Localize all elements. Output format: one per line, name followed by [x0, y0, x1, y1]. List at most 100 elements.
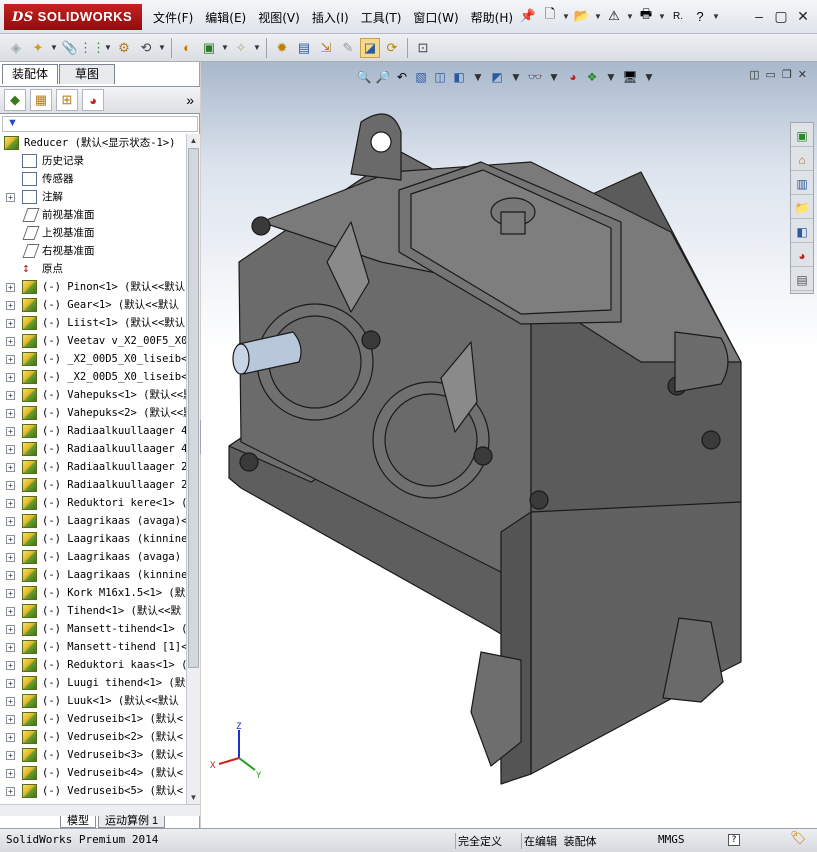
tree-feature-item[interactable]: 历史记录	[0, 152, 186, 170]
new-document-icon[interactable]: 🗋	[540, 6, 560, 26]
tree-component-item[interactable]: + (-) Tihend<1> (默认<<默	[0, 602, 186, 620]
tree-component-item[interactable]: + (-) Reduktori kaas<1> (默	[0, 656, 186, 674]
tree-component-item[interactable]: + (-) Luuk<1> (默认<<默认	[0, 692, 186, 710]
expand-icon[interactable]: +	[6, 607, 15, 616]
tab-model[interactable]: 模型	[60, 816, 96, 828]
expand-icon[interactable]: +	[6, 787, 15, 796]
new-motion-study-icon[interactable]: ✹	[272, 38, 292, 58]
tree-component-item[interactable]: + (-) Vedruseib<1> (默认<	[0, 710, 186, 728]
feature-manager-icon[interactable]: ◆	[4, 89, 26, 111]
tree-component-item[interactable]: + (-) Liist<1> (默认<<默认	[0, 314, 186, 332]
custom-properties-icon[interactable]: ▤	[791, 269, 813, 291]
view-palette-icon[interactable]: ◧	[791, 221, 813, 243]
linear-pattern-icon[interactable]: ⋮⋮	[79, 38, 105, 58]
expand-icon[interactable]: +	[6, 661, 15, 670]
tree-component-item[interactable]: + (-) Laagrikaas (kinnine	[0, 530, 186, 548]
tree-component-item[interactable]: + (-) Vedruseib<4> (默认<	[0, 764, 186, 782]
expand-icon[interactable]: +	[6, 535, 15, 544]
appearances-icon[interactable]: ◕	[791, 245, 813, 267]
property-manager-icon[interactable]: ▦	[30, 89, 52, 111]
expand-icon[interactable]: +	[6, 571, 15, 580]
expand-icon[interactable]: +	[6, 283, 15, 292]
expand-icon[interactable]: +	[6, 301, 15, 310]
bill-of-materials-icon[interactable]: ▤	[294, 38, 314, 58]
tree-feature-item[interactable]: ↕ 原点	[0, 260, 186, 278]
open-folder-icon[interactable]: 📂	[572, 6, 592, 26]
pattern-dropdown-icon[interactable]: ▼	[104, 38, 112, 58]
exploded-view-icon[interactable]: ⇲	[316, 38, 336, 58]
tree-root-assembly[interactable]: Reducer (默认<显示状态-1>)	[0, 134, 186, 152]
menu-insert[interactable]: 插入(I)	[307, 9, 354, 27]
tree-component-item[interactable]: + (-) Laagrikaas (avaga)<	[0, 512, 186, 530]
tree-vertical-scrollbar[interactable]: ▲ ▼	[186, 134, 200, 804]
reference-geometry-icon[interactable]: ✧	[231, 38, 251, 58]
insert-component-icon[interactable]: ✦	[28, 38, 48, 58]
tree-component-item[interactable]: + (-) Pinon<1> (默认<<默认	[0, 278, 186, 296]
expand-icon[interactable]: +	[6, 625, 15, 634]
display-manager-icon[interactable]: ◕	[82, 89, 104, 111]
minimize-icon[interactable]: –	[749, 6, 769, 26]
move-component-icon[interactable]: ⟲	[136, 38, 156, 58]
configuration-manager-icon[interactable]: ⊞	[56, 89, 78, 111]
tab-assembly[interactable]: 装配体	[2, 64, 58, 84]
assembly-features-icon[interactable]: ▣	[199, 38, 219, 58]
open-dropdown-icon[interactable]: ▼	[594, 6, 602, 26]
expand-icon[interactable]: +	[6, 337, 15, 346]
tree-component-item[interactable]: + (-) _X2_00D5_X0_liseib<	[0, 350, 186, 368]
menu-window[interactable]: 窗口(W)	[408, 9, 463, 27]
tree-component-item[interactable]: + (-) Reduktori kere<1> (默	[0, 494, 186, 512]
expand-icon[interactable]: +	[6, 499, 15, 508]
instant3d-icon[interactable]: ◪	[360, 37, 380, 58]
tree-component-item[interactable]: + (-) Laagrikaas (kinnine)	[0, 566, 186, 584]
expand-icon[interactable]: +	[6, 445, 15, 454]
tree-component-item[interactable]: + (-) _X2_00D5_X0_liseib<	[0, 368, 186, 386]
mate-icon[interactable]: 📎	[60, 38, 80, 58]
maximize-icon[interactable]: ▢	[771, 6, 791, 26]
expand-icon[interactable]: +	[6, 463, 15, 472]
graphics-area[interactable]: 🔍 🔎 ↶ ▧ ◫ ◧▼ ◩▼ 👓▼ ◕ ❖▼ 🖥▼ ◫ ▭ ❐ ✕	[201, 62, 817, 828]
menu-help[interactable]: 帮助(H)	[466, 9, 518, 27]
expand-icon[interactable]: +	[6, 589, 15, 598]
tree-feature-item[interactable]: 右视基准面	[0, 242, 186, 260]
gear-reducer-model[interactable]	[201, 62, 817, 828]
scroll-thumb[interactable]	[188, 148, 199, 668]
pin-icon[interactable]: 📌	[518, 6, 538, 26]
expand-icon[interactable]: +	[6, 193, 15, 202]
home-icon[interactable]: ⌂	[791, 149, 813, 171]
new-dropdown-icon[interactable]: ▼	[562, 6, 570, 26]
print-dropdown-icon[interactable]: ▼	[658, 6, 666, 26]
show-hidden-icon[interactable]: ◐	[177, 38, 197, 58]
tree-component-item[interactable]: + (-) Mansett-tihend [1]<	[0, 638, 186, 656]
expand-icon[interactable]: +	[6, 481, 15, 490]
menu-view[interactable]: 视图(V)	[253, 9, 305, 27]
expand-icon[interactable]: +	[6, 643, 15, 652]
scroll-down-icon[interactable]: ▼	[187, 791, 200, 804]
tree-component-item[interactable]: + (-) Gear<1> (默认<<默认	[0, 296, 186, 314]
tree-component-item[interactable]: + (-) Vedruseib<5> (默认<	[0, 782, 186, 800]
move-dropdown-icon[interactable]: ▼	[158, 38, 166, 58]
tree-feature-item[interactable]: 前视基准面	[0, 206, 186, 224]
tree-feature-item[interactable]: 传感器	[0, 170, 186, 188]
update-speedpak-icon[interactable]: ⟳	[382, 38, 402, 58]
tree-component-item[interactable]: + (-) Luugi tihend<1> (默	[0, 674, 186, 692]
print-icon[interactable]: 🖶	[636, 6, 656, 26]
reference-dropdown-icon[interactable]: ▼	[253, 38, 261, 58]
tree-filter-input[interactable]: ▼	[2, 116, 198, 132]
menu-tools[interactable]: 工具(T)	[356, 9, 407, 27]
features-dropdown-icon[interactable]: ▼	[221, 38, 229, 58]
expand-icon[interactable]: +	[6, 679, 15, 688]
expand-icon[interactable]: +	[6, 733, 15, 742]
expand-icon[interactable]: +	[6, 427, 15, 436]
expand-icon[interactable]: +	[6, 769, 15, 778]
help-icon[interactable]: ?	[690, 6, 710, 26]
tree-horizontal-scrollbar[interactable]	[0, 804, 200, 816]
menu-file[interactable]: 文件(F)	[148, 9, 198, 27]
design-library-icon[interactable]: ▥	[791, 173, 813, 195]
smart-fasteners-icon[interactable]: ⚙	[114, 38, 134, 58]
expand-icon[interactable]: +	[6, 373, 15, 382]
expand-icon[interactable]: +	[6, 319, 15, 328]
scroll-up-icon[interactable]: ▲	[187, 134, 200, 147]
solidworks-resources-icon[interactable]: ▣	[791, 125, 813, 147]
expand-icon[interactable]: +	[6, 715, 15, 724]
tab-sketch[interactable]: 草图	[59, 64, 115, 84]
